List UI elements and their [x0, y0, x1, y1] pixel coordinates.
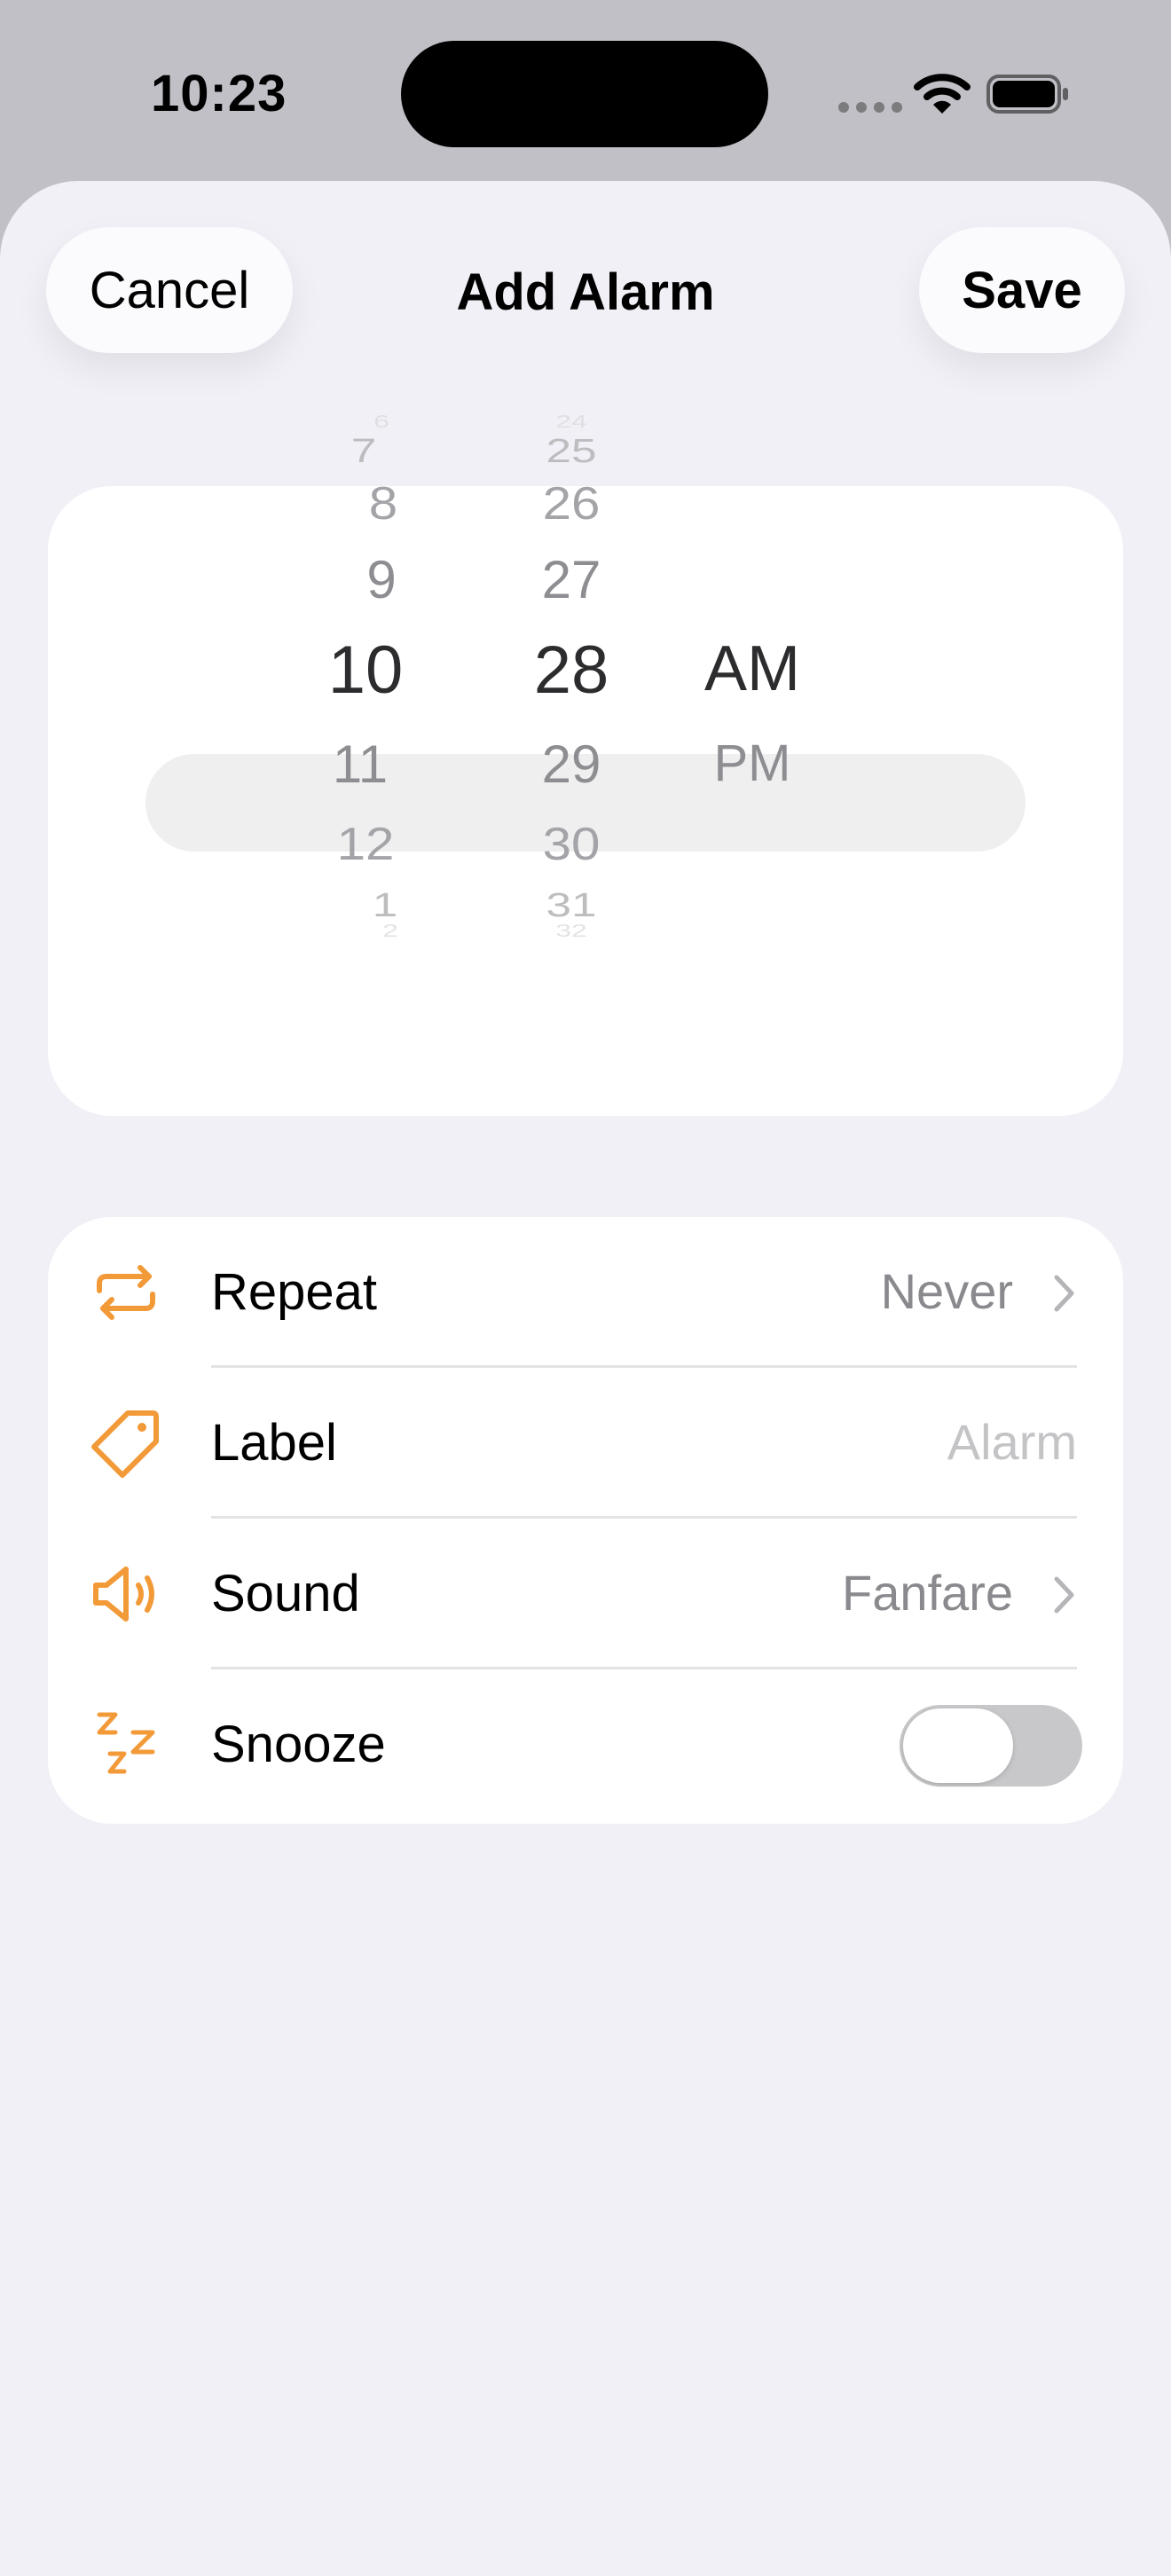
hour-option[interactable]: 11: [333, 738, 388, 791]
cellular-signal-icon: [838, 101, 909, 117]
alarm-settings-list: Repeat Never Label Alarm Sound Fanfare S…: [48, 1217, 1123, 1824]
selected-hour[interactable]: 10: [328, 637, 404, 704]
minute-option[interactable]: 30: [543, 821, 601, 868]
minute-option[interactable]: 24: [555, 413, 587, 431]
label-label: Label: [211, 1414, 337, 1472]
save-button[interactable]: Save: [919, 227, 1125, 353]
sound-row[interactable]: Sound Fanfare: [48, 1519, 1123, 1669]
period-option[interactable]: PM: [714, 738, 791, 789]
label-row[interactable]: Label Alarm: [48, 1368, 1123, 1519]
repeat-value: Never: [880, 1263, 1013, 1319]
hour-option[interactable]: 12: [337, 821, 395, 868]
repeat-row[interactable]: Repeat Never: [48, 1217, 1123, 1368]
minute-option[interactable]: 29: [542, 738, 601, 791]
repeat-icon: [97, 1265, 155, 1320]
speaker-icon: [93, 1567, 154, 1622]
tag-icon: [91, 1410, 159, 1478]
minute-option[interactable]: 27: [542, 554, 601, 607]
label-input[interactable]: Alarm: [947, 1418, 1077, 1467]
battery-icon: [986, 75, 1068, 114]
sound-label: Sound: [211, 1565, 360, 1622]
selected-minute[interactable]: 28: [534, 637, 609, 704]
repeat-label: Repeat: [211, 1263, 378, 1321]
snooze-label: Snooze: [211, 1716, 386, 1773]
snooze-toggle[interactable]: [900, 1705, 1082, 1787]
chevron-right-icon: [1054, 1275, 1074, 1312]
add-alarm-sheet: Cancel Add Alarm Save 6 7 8 9 10 11 12 1…: [0, 181, 1171, 2576]
hour-option[interactable]: 2: [382, 923, 398, 940]
wifi-icon: [914, 74, 971, 114]
time-picker[interactable]: 6 7 8 9 10 11 12 1 2 24 25 26 27 28 29 3…: [48, 413, 1123, 1116]
toggle-knob: [903, 1708, 1013, 1783]
hour-option[interactable]: 1: [373, 889, 398, 923]
dynamic-island: [401, 41, 768, 147]
snooze-icon: [97, 1712, 155, 1774]
status-bar: 10:23: [0, 0, 1171, 177]
status-time: 10:23: [151, 65, 287, 122]
snooze-row: Snooze: [48, 1669, 1123, 1820]
minute-option[interactable]: 25: [546, 435, 596, 468]
minute-option[interactable]: 31: [546, 889, 596, 923]
hour-option[interactable]: 8: [369, 481, 397, 527]
minute-option[interactable]: 26: [543, 481, 601, 527]
hour-option[interactable]: 9: [366, 554, 396, 607]
hour-option[interactable]: 7: [351, 435, 377, 468]
chevron-right-icon: [1054, 1576, 1074, 1614]
minute-option[interactable]: 32: [555, 923, 587, 940]
selected-period[interactable]: AM: [704, 637, 800, 701]
hour-option[interactable]: 6: [373, 413, 389, 431]
sound-value: Fanfare: [842, 1565, 1013, 1621]
